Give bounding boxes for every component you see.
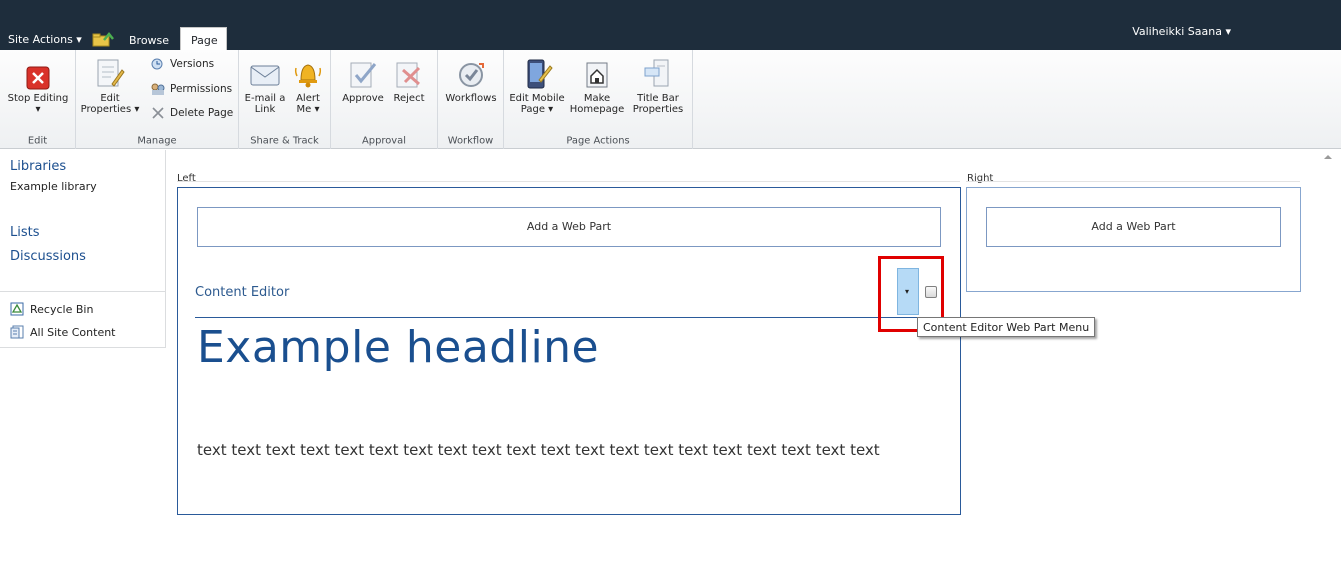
approve-button[interactable]: Approve [341,58,385,104]
ribbon-group-manage: Edit Properties ▾ Versions Permissions D… [76,50,239,149]
zone-left-header-line [177,181,960,182]
edit-properties-label-2: Properties ▾ [80,104,140,115]
content-body-text: text text text text text text text text … [197,441,880,459]
approve-label: Approve [342,93,384,104]
tab-browse[interactable]: Browse [129,34,169,47]
nav-divider [0,291,166,292]
ribbon-group-page-actions: Edit Mobile Page ▾ Make Homepage Title B… [504,50,693,149]
navigate-up-icon[interactable] [92,31,114,47]
make-homepage-label-1: Make [583,93,611,104]
top-bar: Site Actions ▾ Browse Page Valiheikki Sa… [0,0,1341,50]
home-icon [586,62,608,88]
add-web-part-left-button[interactable]: Add a Web Part [197,207,941,247]
ribbon-group-approval: Approve Reject Approval [331,50,438,149]
workflows-label: Workflows [445,93,497,104]
content-editor-title[interactable]: Content Editor [195,285,289,300]
title-bar-icon [644,59,669,87]
scroll-up-arrow-icon[interactable] [1322,152,1334,162]
versions-button[interactable]: Versions [150,57,214,71]
edit-mobile-page-button[interactable]: Edit Mobile Page ▾ [508,58,566,115]
edit-properties-button[interactable]: Edit Properties ▾ [80,58,140,115]
all-site-content-label: All Site Content [30,325,116,339]
edit-mobile-label-2: Page ▾ [520,104,554,115]
ribbon-group-workflow: Workflows Workflow [438,50,504,149]
group-label-approval: Approval [362,134,406,147]
versions-icon [151,58,163,70]
edit-mobile-icon [527,59,553,89]
recycle-bin-label: Recycle Bin [30,302,94,316]
alert-me-label-2: Me ▾ [296,104,320,115]
reject-button[interactable]: Reject [389,58,429,104]
nav-recycle-bin[interactable]: Recycle Bin [10,302,93,316]
title-bar-label-2: Properties [632,104,684,115]
reject-icon [396,62,421,88]
ribbon-group-share-track: E-mail a Link Alert Me ▾ Share & Track [239,50,331,149]
tab-page-label: Page [191,34,218,47]
versions-label: Versions [170,58,215,70]
stop-editing-label: Stop Editing [7,93,69,104]
site-content-icon [10,325,24,339]
web-part-menu-tooltip: Content Editor Web Part Menu [917,317,1096,337]
nav-all-site-content[interactable]: All Site Content [10,325,116,339]
edit-properties-label-1: Edit [100,93,120,104]
permissions-label: Permissions [170,83,233,95]
stop-editing-icon [26,66,50,90]
group-label-share-track: Share & Track [250,134,319,147]
zone-left-label: Left [177,173,196,184]
delete-page-button[interactable]: Delete Page [150,106,233,120]
nav-example-library[interactable]: Example library [10,180,97,193]
workflows-button[interactable]: Workflows [443,58,499,104]
nav-lists[interactable]: Lists [10,225,40,240]
content-headline: Example headline [197,322,600,373]
stop-editing-arrow: ▾ [35,104,41,115]
make-homepage-label-2: Homepage [569,104,625,115]
zone-right-header-line [966,181,1300,182]
group-label-edit: Edit [27,134,48,147]
make-homepage-button[interactable]: Make Homepage [568,58,626,115]
bell-icon [294,64,322,88]
title-bar-label-1: Title Bar [637,93,679,104]
group-label-workflow: Workflow [447,134,494,147]
zone-right: Add a Web Part [966,187,1301,292]
edit-mobile-label-1: Edit Mobile [509,93,565,104]
zone-left: Add a Web Part Content Editor ▾ Example … [177,187,961,515]
email-link-label-2: Link [254,104,276,115]
nav-libraries[interactable]: Libraries [10,159,66,174]
approve-icon [350,62,377,88]
zone-right-label: Right [967,173,994,184]
ribbon: Stop Editing ▾ Edit Edit Properties ▾ Ve… [0,50,1341,149]
title-bar-properties-button[interactable]: Title Bar Properties [628,58,688,115]
left-navigation: Libraries Example library Lists Discussi… [0,150,166,348]
group-label-manage: Manage [137,134,177,147]
delete-icon [152,107,164,119]
tab-page[interactable]: Page [180,27,227,50]
alert-me-label-1: Alert [296,93,320,104]
edit-properties-icon [97,59,125,87]
reject-label: Reject [393,93,425,104]
email-link-button[interactable]: E-mail a Link [244,58,286,115]
email-icon [250,65,280,86]
web-part-title-divider [195,317,939,318]
recycle-bin-icon [10,302,24,316]
user-menu[interactable]: Valiheikki Saana ▾ [1132,25,1231,38]
workflows-icon [459,63,484,87]
site-actions-menu[interactable]: Site Actions ▾ [8,33,82,46]
nav-discussions[interactable]: Discussions [10,249,86,264]
alert-me-button[interactable]: Alert Me ▾ [290,58,326,115]
ribbon-group-edit: Stop Editing ▾ Edit [0,50,76,149]
group-label-page-actions: Page Actions [566,134,630,147]
permissions-button[interactable]: Permissions [150,82,232,96]
add-web-part-right-button[interactable]: Add a Web Part [986,207,1281,247]
delete-page-label: Delete Page [170,107,234,119]
email-link-label-1: E-mail a [244,93,286,104]
stop-editing-button[interactable]: Stop Editing ▾ [5,66,71,115]
permissions-icon [151,83,165,95]
